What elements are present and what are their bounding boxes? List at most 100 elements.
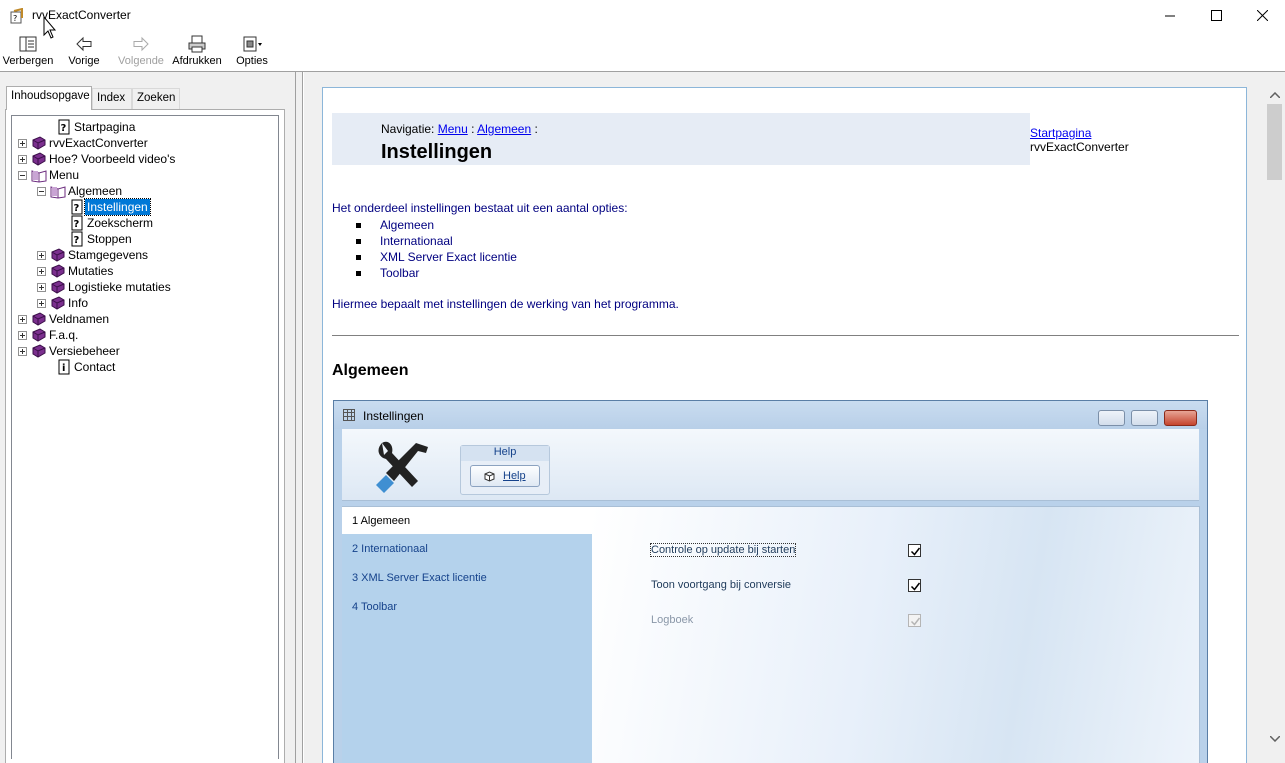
title-bar: ? rvvExactConverter xyxy=(0,0,1285,31)
help-button: Help xyxy=(470,465,540,487)
collapse-icon[interactable] xyxy=(18,171,27,180)
expand-icon[interactable] xyxy=(37,267,46,276)
screenshot-maximize-icon xyxy=(1131,410,1158,426)
outro-text: Hiermee bepaalt met instellingen de werk… xyxy=(332,297,679,311)
list-item: Internationaal xyxy=(332,233,517,249)
mouse-cursor-icon xyxy=(43,16,57,39)
screenshot-nav-algemeen: 1 Algemeen xyxy=(342,506,604,534)
tree-item-label: Info xyxy=(68,296,89,310)
tree-item-label: Stoppen xyxy=(87,232,132,246)
scroll-up-button[interactable] xyxy=(1264,86,1285,103)
expand-icon[interactable] xyxy=(18,155,27,164)
page-title: Instellingen xyxy=(381,141,493,163)
tree-item-label: F.a.q. xyxy=(49,328,79,342)
tab-contents[interactable]: Inhoudsopgave xyxy=(6,86,92,110)
close-button[interactable] xyxy=(1239,0,1285,31)
options-button[interactable]: Opties xyxy=(233,34,271,70)
help-page-icon: ? xyxy=(71,215,83,231)
screenshot-check-row: Logboek xyxy=(651,614,921,627)
open-book-icon xyxy=(50,186,66,199)
book-icon xyxy=(32,328,46,342)
help-group: Help Help xyxy=(460,445,550,495)
toolbar: Verbergen Vorige Volgende Afdrukken Opti… xyxy=(0,31,1285,71)
breadcrumb-link-algemeen[interactable]: Algemeen xyxy=(477,122,531,136)
checkbox-checked-icon xyxy=(908,544,921,557)
product-name: rvvExactConverter xyxy=(1030,140,1129,154)
screenshot-nav-xml: 3 XML Server Exact licentie xyxy=(352,572,487,584)
breadcrumb: Navigatie: Menu : Algemeen : xyxy=(381,122,538,136)
options-label: Opties xyxy=(236,55,268,67)
help-page-icon: ? xyxy=(58,119,70,135)
open-book-icon xyxy=(31,170,47,183)
expand-icon[interactable] xyxy=(18,331,27,340)
contents-tree[interactable]: ? Startpagina rvvExactConverter Hoe? Voorbe… xyxy=(11,115,279,759)
breadcrumb-separator: : xyxy=(471,122,475,136)
svg-text:?: ? xyxy=(74,219,80,230)
tree-item-label: Menu xyxy=(49,168,80,182)
expand-icon[interactable] xyxy=(37,283,46,292)
screenshot-check-label: Toon voortgang bij conversie xyxy=(651,579,792,591)
settings-screenshot: Instellingen Help Help 1 Algemeen 2 Inte… xyxy=(333,400,1208,763)
screenshot-check-label: Logboek xyxy=(651,614,694,626)
breadcrumb-prefix: Navigatie: xyxy=(381,122,435,136)
breadcrumb-link-menu[interactable]: Menu xyxy=(438,122,468,136)
tree-item-label: Contact xyxy=(74,360,116,374)
book-icon xyxy=(51,280,65,294)
pane-splitter[interactable] xyxy=(295,72,303,763)
tree-item-label: Logistieke mutaties xyxy=(68,280,171,294)
tab-search[interactable]: Zoeken xyxy=(132,88,180,109)
book-icon xyxy=(32,152,46,166)
expand-icon[interactable] xyxy=(18,139,27,148)
list-item: Toolbar xyxy=(332,265,517,281)
close-icon xyxy=(1256,10,1268,21)
arrow-right-icon xyxy=(133,36,149,52)
tools-icon xyxy=(376,441,428,493)
tree-item-label: Hoe? Voorbeeld video's xyxy=(49,152,176,166)
home-link[interactable]: Startpagina xyxy=(1030,126,1239,140)
svg-text:?: ? xyxy=(74,203,80,214)
tab-index[interactable]: Index xyxy=(92,88,132,109)
book-icon xyxy=(51,264,65,278)
hide-pane-icon xyxy=(19,36,37,52)
vertical-scrollbar[interactable] xyxy=(1264,72,1285,763)
chevron-down-icon xyxy=(1269,735,1280,742)
tree-item-label: Veldnamen xyxy=(49,312,110,326)
svg-text:?: ? xyxy=(13,14,17,23)
help-button-label: Help xyxy=(503,470,526,482)
hide-label: Verbergen xyxy=(2,55,54,67)
expand-icon[interactable] xyxy=(37,299,46,308)
checkbox-disabled-icon xyxy=(908,614,921,627)
minimize-icon xyxy=(1164,15,1175,17)
back-label: Vorige xyxy=(68,55,100,67)
minimize-button[interactable] xyxy=(1147,0,1193,31)
tree-item-label: Algemeen xyxy=(68,184,123,198)
scroll-down-button[interactable] xyxy=(1264,730,1285,747)
print-label: Afdrukken xyxy=(172,55,222,67)
book-icon xyxy=(51,296,65,310)
help-group-label: Help xyxy=(461,446,549,461)
svg-text:?: ? xyxy=(74,235,80,246)
svg-text:?: ? xyxy=(61,123,67,134)
help-app-icon: ? xyxy=(10,8,23,24)
maximize-button[interactable] xyxy=(1193,0,1239,31)
print-button[interactable]: Afdrukken xyxy=(170,34,224,70)
screenshot-nav-internationaal: 2 Internationaal xyxy=(352,543,428,555)
breadcrumb-separator: : xyxy=(534,122,538,136)
expand-icon[interactable] xyxy=(18,315,27,324)
info-page-icon: i xyxy=(58,359,70,375)
grid-icon xyxy=(343,409,355,421)
tree-item-label: Stamgegevens xyxy=(68,248,149,262)
expand-icon[interactable] xyxy=(18,347,27,356)
expand-icon[interactable] xyxy=(37,251,46,260)
screenshot-check-row: Toon voortgang bij conversie xyxy=(651,579,921,592)
section-heading: Algemeen xyxy=(332,362,409,379)
forward-button[interactable]: Volgende xyxy=(115,34,167,70)
collapse-icon[interactable] xyxy=(37,187,46,196)
navigation-pane: Inhoudsopgave Index Zoeken ? Startpagina r… xyxy=(0,72,295,763)
screenshot-settings-panel: Controle op update bij starten Toon voor… xyxy=(592,506,1200,763)
screenshot-minimize-icon xyxy=(1098,410,1125,426)
scroll-thumb[interactable] xyxy=(1267,104,1282,180)
book-icon xyxy=(32,344,46,358)
content-pane: Navigatie: Menu : Algemeen : Instellinge… xyxy=(304,72,1264,763)
back-button[interactable]: Vorige xyxy=(64,34,104,70)
